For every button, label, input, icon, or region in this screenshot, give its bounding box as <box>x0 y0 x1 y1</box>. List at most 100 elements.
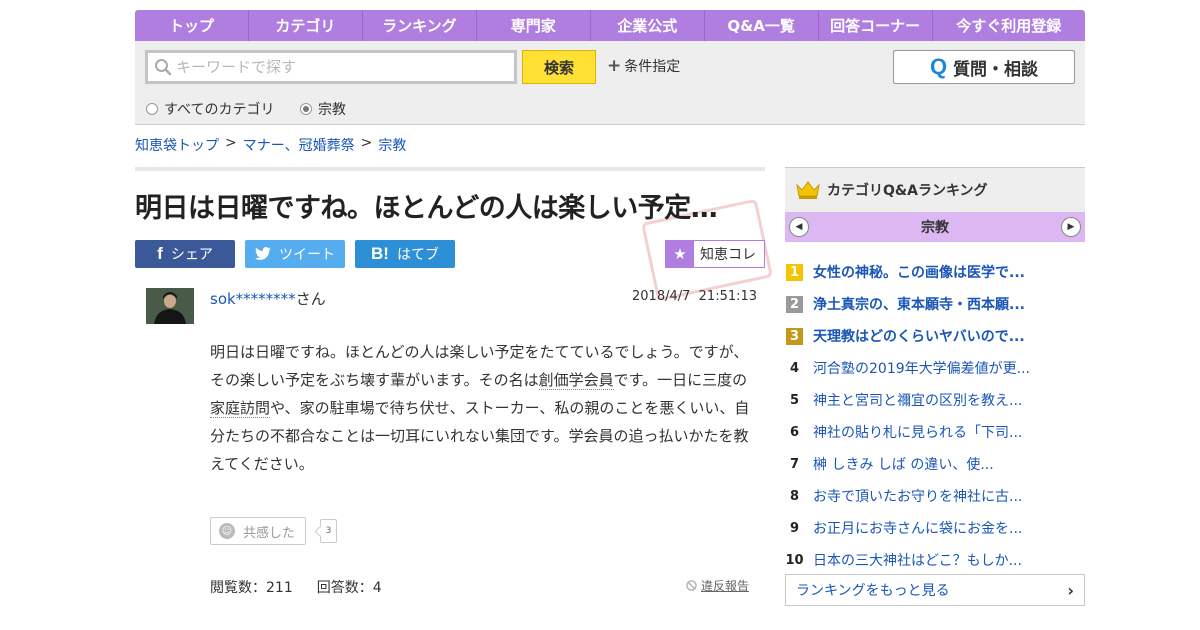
breadcrumb-separator: > <box>225 135 237 151</box>
ranking-item[interactable]: 2 浄土真宗の、東本願寺・西本願... <box>785 288 1085 320</box>
ranking-category: 宗教 <box>921 220 949 236</box>
view-count: 閲覧数：211 <box>210 580 293 596</box>
search-input[interactable] <box>176 58 496 76</box>
ranking-header: カテゴリQ&Aランキング <box>785 167 1085 212</box>
ranking-link[interactable]: 神主と宮司と禰宜の区別を教え... <box>813 390 1022 410</box>
ask-question-button[interactable]: Q 質問・相談 <box>893 50 1075 84</box>
nav-qa-list[interactable]: Q&A一覧 <box>705 10 819 41</box>
title-divider <box>135 167 765 171</box>
prev-category-icon[interactable]: ◀ <box>789 217 809 237</box>
nav-expert[interactable]: 専門家 <box>477 10 591 41</box>
next-category-icon[interactable]: ▶ <box>1061 217 1081 237</box>
rank-number: 6 <box>789 424 800 440</box>
condition-toggle[interactable]: + 条件指定 <box>607 56 680 76</box>
ranking-item[interactable]: 4 河合塾の2019年大学偏差値が更... <box>785 352 1085 384</box>
ranking-link[interactable]: 天理教はどのくらいヤバいので... <box>813 326 1025 346</box>
ranking-link[interactable]: 河合塾の2019年大学偏差値が更... <box>813 358 1030 378</box>
user-id-link[interactable]: sok******** <box>210 290 296 308</box>
twitter-share-button[interactable]: ツイート <box>245 240 345 268</box>
facebook-share-label: シェア <box>170 247 213 263</box>
chiecore-button[interactable]: ★ 知恵コレ <box>665 240 765 268</box>
ranking-link[interactable]: 浄土真宗の、東本願寺・西本願... <box>813 294 1025 314</box>
ranking-link[interactable]: 女性の神秘。この画像は医学で... <box>813 262 1025 282</box>
ranking-link[interactable]: お正月にお寺さんに袋にお金を... <box>813 518 1022 538</box>
radio-all-categories[interactable]: すべてのカテゴリ <box>146 99 274 119</box>
twitter-share-label: ツイート <box>279 247 335 263</box>
user-suffix: さん <box>295 290 326 308</box>
search-icon <box>155 59 172 76</box>
search-area: 検索 + 条件指定 Q 質問・相談 すべてのカテゴリ 宗教 <box>135 41 1085 125</box>
breadcrumb-item[interactable]: 知恵袋トップ <box>135 135 219 155</box>
ranking-link[interactable]: お寺で頂いたお守りを神社に古... <box>813 486 1022 506</box>
keyword-link[interactable]: 家庭訪問 <box>210 399 271 418</box>
breadcrumb-separator: > <box>360 135 373 151</box>
rank-number: 9 <box>789 520 800 536</box>
ranking-item[interactable]: 5 神主と宮司と禰宜の区別を教え... <box>785 384 1085 416</box>
radio-button[interactable] <box>146 103 158 115</box>
question-stats: 閲覧数：211 回答数：4 <box>210 577 382 597</box>
top-navigation: トップ カテゴリ ランキング 専門家 企業公式 Q&A一覧 回答コーナー 今すぐ… <box>135 10 1085 41</box>
breadcrumb-item[interactable]: マナー、冠婚葬祭 <box>243 135 355 155</box>
hatena-label: はてブ <box>396 247 439 263</box>
posted-datetime: 2018/4/7 21:51:13 <box>632 289 757 304</box>
nav-category[interactable]: カテゴリ <box>249 10 363 41</box>
nav-official[interactable]: 企業公式 <box>591 10 705 41</box>
posted-time: 21:51:13 <box>698 289 758 304</box>
rank-number: 2 <box>786 295 803 313</box>
facebook-share-button[interactable]: f シェア <box>135 240 235 268</box>
rank-number: 7 <box>789 456 800 472</box>
ranking-more-label: ランキングをもっと見る <box>796 583 950 599</box>
radio-button-selected[interactable] <box>300 103 312 115</box>
nav-ranking[interactable]: ランキング <box>363 10 477 41</box>
rank-number: 8 <box>789 488 800 504</box>
ranking-list: 1 女性の神秘。この画像は医学で... 2 浄土真宗の、東本願寺・西本願... 3天… <box>785 256 1085 576</box>
questioner-name: sok********さん <box>210 288 326 309</box>
avatar[interactable] <box>146 288 194 324</box>
breadcrumb-item[interactable]: 宗教 <box>378 135 406 155</box>
crown-icon <box>796 181 820 199</box>
condition-label: 条件指定 <box>624 59 681 75</box>
ranking-item[interactable]: 6 神社の貼り札に見られる「下司... <box>785 416 1085 448</box>
hatena-icon: B! <box>371 244 389 263</box>
radio-current-category[interactable]: 宗教 <box>300 99 346 119</box>
empathy-count: 3 <box>320 519 337 543</box>
breadcrumb: 知恵袋トップ > マナー、冠婚葬祭 > 宗教 <box>135 135 406 155</box>
rank-number: 3 <box>786 327 803 345</box>
facebook-icon: f <box>157 244 163 263</box>
posted-date: 2018/4/7 <box>632 289 691 304</box>
ranking-link[interactable]: 神社の貼り札に見られる「下司... <box>813 422 1022 442</box>
star-icon: ★ <box>666 241 694 267</box>
rank-number: 1 <box>786 263 803 281</box>
ranking-item[interactable]: 9 お正月にお寺さんに袋にお金を... <box>785 512 1085 544</box>
ranking-link[interactable]: 榊 しきみ しば の違い、使... <box>813 454 994 474</box>
keyword-link[interactable]: 創価学会員 <box>538 371 614 390</box>
search-button[interactable]: 検索 <box>522 50 596 84</box>
hatena-bookmark-button[interactable]: B! はてブ <box>355 240 455 268</box>
ranking-item[interactable]: 8 お寺で頂いたお守りを神社に古... <box>785 480 1085 512</box>
ranking-item[interactable]: 7 榊 しきみ しば の違い、使... <box>785 448 1085 480</box>
ask-question-label: 質問・相談 <box>953 59 1039 80</box>
avatar-image <box>146 288 194 324</box>
chevron-right-icon: › <box>1067 580 1074 600</box>
ranking-item[interactable]: 3 天理教はどのくらいヤバいので... <box>785 320 1085 352</box>
chiecore-label: 知恵コレ <box>700 247 756 263</box>
prohibited-icon <box>686 580 697 591</box>
q-icon: Q <box>929 54 948 79</box>
nav-top[interactable]: トップ <box>135 10 249 41</box>
ranking-link[interactable]: 日本の三大神社はどこ？もしか... <box>813 550 1022 570</box>
search-field[interactable] <box>145 50 517 84</box>
empathy-label: 共感した <box>243 525 296 541</box>
ranking-item[interactable]: 1 女性の神秘。この画像は医学で... <box>785 256 1085 288</box>
nav-answer-corner[interactable]: 回答コーナー <box>819 10 933 41</box>
plus-icon: + <box>607 56 622 76</box>
nav-register[interactable]: 今すぐ利用登録 <box>933 10 1085 41</box>
body-text: です。一日に三度の <box>613 371 748 389</box>
body-text: や、家の駐車場で待ち伏せ、ストーカー、私の親のことを悪くいい、自分たちの不都合な… <box>210 399 750 473</box>
report-link[interactable]: 違反報告 <box>686 577 749 594</box>
question-title: 明日は日曜ですね。ほとんどの人は楽しい予定… <box>135 193 718 224</box>
rank-number: 5 <box>789 392 800 408</box>
ranking-more-button[interactable]: ランキングをもっと見る › <box>785 574 1085 606</box>
empathy-button[interactable]: ☺ 共感した <box>210 517 306 545</box>
report-label: 違反報告 <box>701 579 750 593</box>
ranking-item[interactable]: 10 日本の三大神社はどこ？もしか... <box>785 544 1085 576</box>
